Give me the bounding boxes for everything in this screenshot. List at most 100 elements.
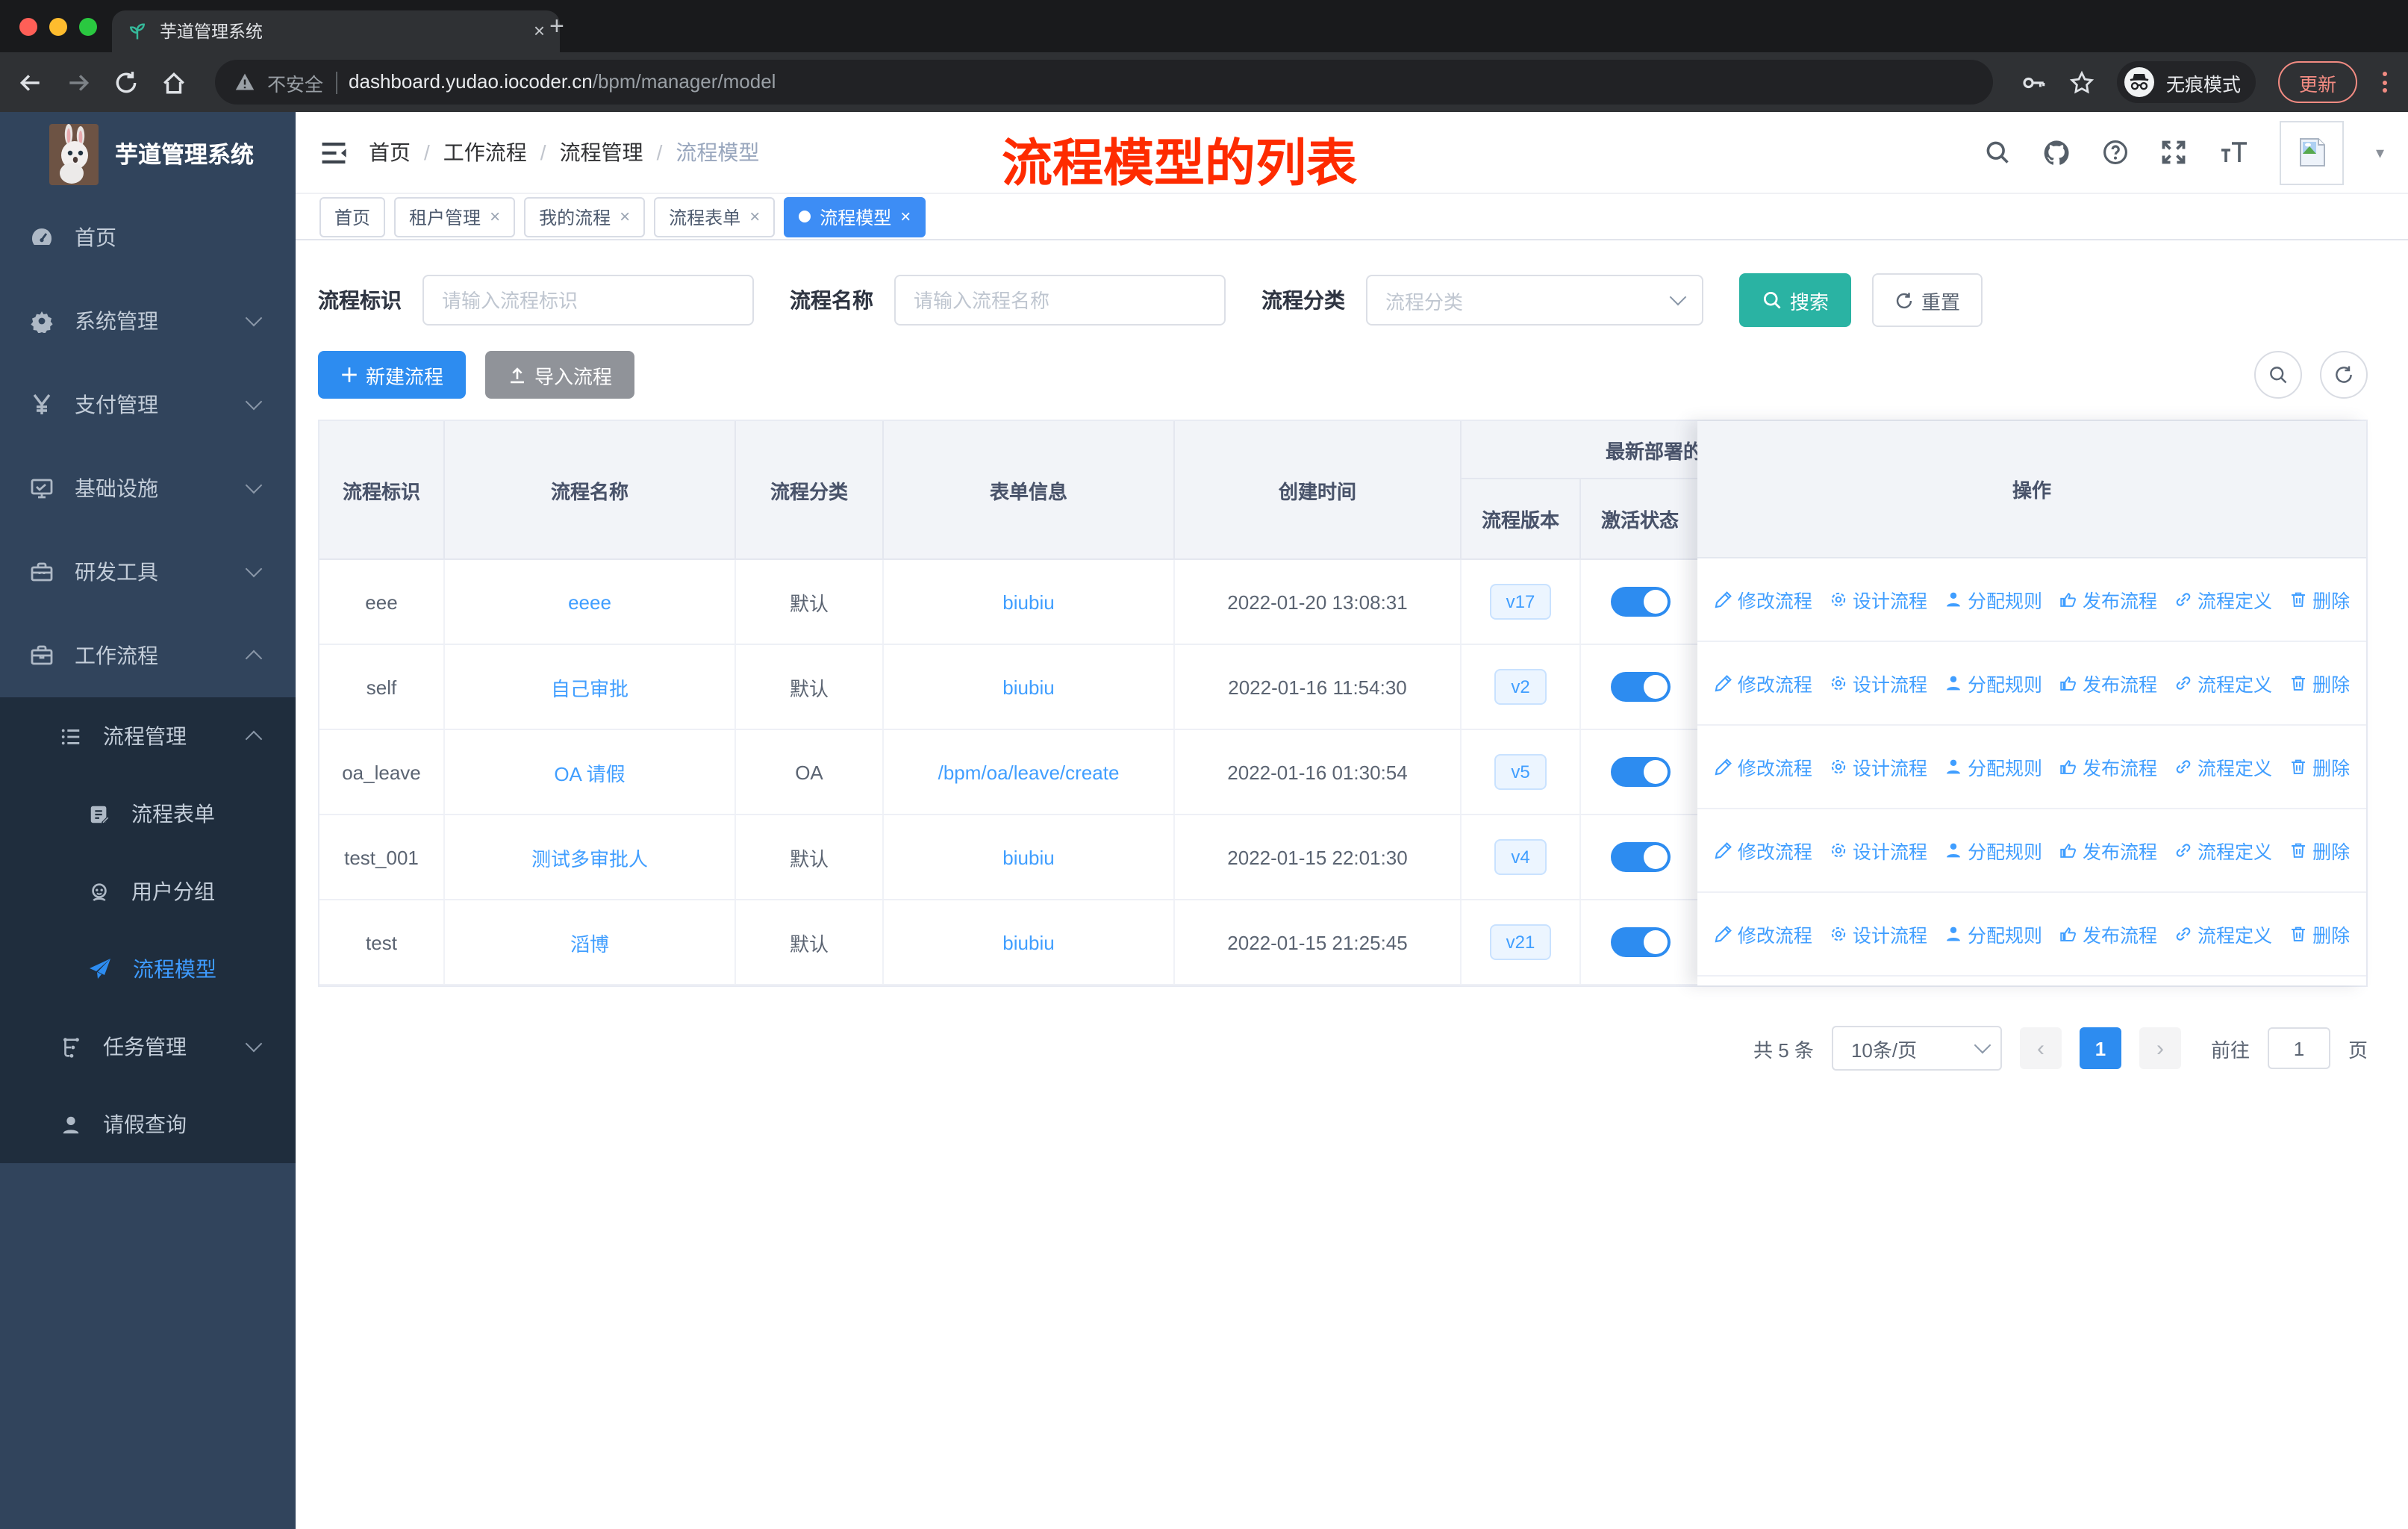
sidebar-item-devtools[interactable]: 研发工具 [0,530,296,614]
sidebar-item-process-manage[interactable]: 流程管理 [0,697,296,775]
not-secure-warning-icon[interactable] [234,72,255,93]
collapse-sidebar-icon[interactable] [319,138,348,166]
filter-key-input[interactable] [422,275,754,326]
version-badge[interactable]: v17 [1489,584,1552,620]
prev-page-button[interactable] [2019,1027,2062,1069]
cell-name-link[interactable]: 测试多审批人 [445,815,736,899]
sidebar-item-process-form[interactable]: 流程表单 [0,775,296,853]
assign-rule-link[interactable]: 分配规则 [1944,920,2042,948]
window-controls[interactable] [19,18,97,36]
fullscreen-icon[interactable] [2161,139,2188,166]
show-search-button[interactable] [2254,351,2302,399]
zoom-window-button[interactable] [79,18,97,36]
edit-process-link[interactable]: 修改流程 [1714,920,1812,948]
design-process-link[interactable]: 设计流程 [1829,836,1927,865]
publish-process-link[interactable]: 发布流程 [2059,836,2157,865]
filter-category-select[interactable]: 流程分类 [1366,275,1703,326]
tag-tenant[interactable]: 租户管理 [394,196,516,237]
app-logo[interactable]: 芋道管理系统 [0,112,296,196]
goto-page-input[interactable] [2267,1027,2330,1069]
close-window-button[interactable] [19,18,37,36]
page-size-select[interactable]: 10条/页 [1831,1026,2002,1071]
sidebar-item-workflow[interactable]: 工作流程 [0,614,296,697]
avatar[interactable] [2280,120,2345,184]
cell-name-link[interactable]: 自己审批 [445,645,736,729]
sidebar-item-pay[interactable]: 支付管理 [0,363,296,446]
assign-rule-link[interactable]: 分配规则 [1944,669,2042,697]
github-icon[interactable] [2043,138,2071,166]
process-definition-link[interactable]: 流程定义 [2174,669,2272,697]
version-badge[interactable]: v5 [1494,754,1547,790]
minimize-window-button[interactable] [49,18,67,36]
sidebar-item-leave-query[interactable]: 请假查询 [0,1086,296,1163]
publish-process-link[interactable]: 发布流程 [2059,585,2157,614]
delete-link[interactable]: 删除 [2289,920,2350,948]
edit-process-link[interactable]: 修改流程 [1714,836,1812,865]
browser-tab[interactable]: 芋道管理系统 [112,10,560,52]
edit-process-link[interactable]: 修改流程 [1714,753,1812,781]
browser-update-button[interactable]: 更新 [2277,61,2357,103]
filter-name-input[interactable] [894,275,1226,326]
import-process-button[interactable]: 导入流程 [485,351,635,399]
cell-form-link[interactable]: biubiu [884,900,1175,984]
reset-button[interactable]: 重置 [1872,273,1983,327]
help-icon[interactable] [2103,139,2130,166]
tag-my-process[interactable]: 我的流程 [524,196,646,237]
assign-rule-link[interactable]: 分配规则 [1944,836,2042,865]
forward-icon[interactable] [66,69,91,95]
url-path[interactable]: /bpm/manager/model [593,70,776,93]
address-bar[interactable]: 不安全 dashboard.yudao.iocoder.cn/bpm/manag… [215,60,1993,105]
sidebar-item-task-manage[interactable]: 任务管理 [0,1008,296,1086]
design-process-link[interactable]: 设计流程 [1829,920,1927,948]
incognito-badge[interactable]: 无痕模式 [2116,61,2256,103]
edit-process-link[interactable]: 修改流程 [1714,669,1812,697]
reload-icon[interactable] [113,69,139,95]
back-icon[interactable] [18,69,43,95]
design-process-link[interactable]: 设计流程 [1829,753,1927,781]
sidebar-item-user-group[interactable]: 用户分组 [0,853,296,930]
tag-process-model[interactable]: 流程模型 [784,196,926,237]
publish-process-link[interactable]: 发布流程 [2059,920,2157,948]
cell-name-link[interactable]: OA 请假 [445,730,736,814]
sidebar-item-system[interactable]: 系统管理 [0,279,296,363]
breadcrumb-workflow[interactable]: 工作流程 [443,137,527,167]
sidebar-item-infra[interactable]: 基础设施 [0,446,296,530]
new-tab-button[interactable] [549,12,564,42]
delete-link[interactable]: 删除 [2289,669,2350,697]
edit-process-link[interactable]: 修改流程 [1714,585,1812,614]
refresh-table-button[interactable] [2320,351,2368,399]
process-definition-link[interactable]: 流程定义 [2174,585,2272,614]
search-icon[interactable] [1985,139,2012,166]
password-key-icon[interactable] [2021,69,2047,95]
tag-home[interactable]: 首页 [319,196,386,237]
assign-rule-link[interactable]: 分配规则 [1944,585,2042,614]
cell-form-link[interactable]: biubiu [884,815,1175,899]
delete-link[interactable]: 删除 [2289,753,2350,781]
cell-form-link[interactable]: biubiu [884,645,1175,729]
active-toggle[interactable] [1610,927,1670,957]
sidebar-item-home[interactable]: 首页 [0,196,296,279]
sidebar-item-process-model[interactable]: 流程模型 [0,930,296,1008]
page-1-button[interactable]: 1 [2079,1027,2121,1069]
tag-close-icon[interactable] [749,206,760,227]
publish-process-link[interactable]: 发布流程 [2059,753,2157,781]
cell-name-link[interactable]: eeee [445,560,736,644]
breadcrumb-process-manage[interactable]: 流程管理 [560,137,643,167]
assign-rule-link[interactable]: 分配规则 [1944,753,2042,781]
bookmark-star-icon[interactable] [2069,69,2094,95]
process-definition-link[interactable]: 流程定义 [2174,753,2272,781]
version-badge[interactable]: v4 [1494,839,1547,875]
tag-close-icon[interactable] [620,206,630,227]
active-toggle[interactable] [1610,587,1670,617]
design-process-link[interactable]: 设计流程 [1829,585,1927,614]
cell-name-link[interactable]: 滔博 [445,900,736,984]
active-toggle[interactable] [1610,672,1670,702]
tag-process-form[interactable]: 流程表单 [654,196,776,237]
active-toggle[interactable] [1610,757,1670,787]
avatar-caret-icon[interactable] [2376,139,2384,166]
not-secure-label[interactable]: 不安全 [267,68,323,96]
publish-process-link[interactable]: 发布流程 [2059,669,2157,697]
url-host[interactable]: dashboard.yudao.iocoder.cn [349,70,593,93]
home-icon[interactable] [161,69,187,95]
process-definition-link[interactable]: 流程定义 [2174,836,2272,865]
